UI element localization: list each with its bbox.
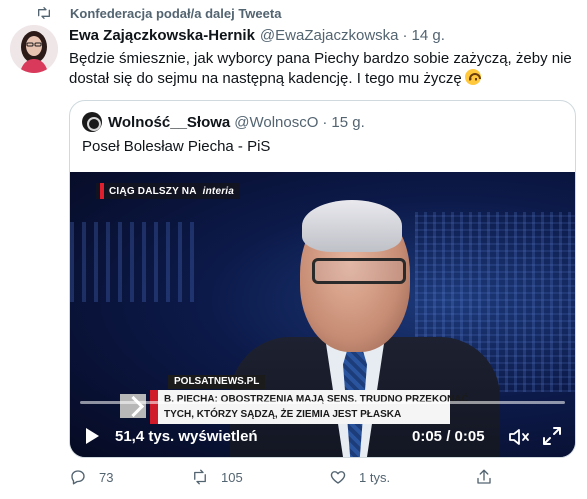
- view-count: 51,4 tys. wyświetleń: [115, 428, 258, 445]
- share-button[interactable]: [475, 468, 505, 486]
- quoted-timestamp: 15 g.: [331, 113, 365, 131]
- heart-icon: [330, 471, 346, 484]
- retweet-count: 105: [221, 469, 243, 485]
- tweet-actions: 73 105 1 tys.: [69, 464, 569, 494]
- video-studio-lights: [70, 222, 200, 302]
- video-progress-bar[interactable]: [80, 401, 565, 404]
- play-icon[interactable]: [86, 428, 99, 444]
- author-handle[interactable]: @EwaZajaczkowska: [260, 27, 399, 44]
- share-icon: [477, 469, 491, 484]
- quoted-avatar: [82, 112, 102, 132]
- tweet-text: Będzie śmiesznie, jak wyborcy pana Piech…: [69, 50, 572, 87]
- video-player[interactable]: CIĄG DALSZY NA interia POLSATNEWS.PL B. …: [70, 172, 575, 457]
- tweet-header: Ewa Zajączkowska-Hernik @EwaZajaczkowska…: [69, 25, 575, 45]
- volume-muted-icon[interactable]: [508, 428, 530, 446]
- retweet-context[interactable]: Konfederacja podał/a dalej Tweeta: [38, 4, 282, 22]
- video-timecode: 0:05 / 0:05: [412, 428, 485, 445]
- news-source-label: POLSATNEWS.PL: [168, 375, 266, 389]
- tweet-body: Będzie śmiesznie, jak wyborcy pana Piech…: [69, 49, 574, 89]
- quoted-tweet-header: Wolność__Słowa @WolnoscO · 15 g.: [82, 111, 365, 133]
- retweet-icon: [194, 469, 206, 485]
- banner-red-marker: [100, 183, 104, 199]
- video-banner-top: CIĄG DALSZY NA interia: [96, 183, 241, 199]
- upside-down-face-emoji-icon: [464, 69, 481, 85]
- retweet-icon: [38, 6, 50, 19]
- avatar-image: [10, 25, 58, 73]
- avatar[interactable]: [10, 25, 58, 73]
- quoted-author-name: Wolność__Słowa: [108, 113, 231, 131]
- reply-count: 73: [99, 469, 114, 485]
- quoted-author-handle: @WolnoscO: [234, 113, 319, 131]
- tweet-timestamp[interactable]: 14 g.: [412, 27, 445, 44]
- like-count: 1 tys.: [359, 469, 391, 485]
- like-button[interactable]: 1 tys.: [329, 468, 390, 486]
- reply-button[interactable]: 73: [69, 468, 113, 486]
- retweet-context-text: Konfederacja podał/a dalej Tweeta: [70, 5, 282, 21]
- separator-dot: ·: [402, 26, 408, 44]
- fullscreen-icon[interactable]: [542, 426, 562, 446]
- video-person-hair: [302, 200, 402, 252]
- channel-logo-icon: [120, 394, 146, 418]
- banner-brand-logo: interia: [202, 185, 235, 197]
- video-person-glasses: [312, 258, 406, 284]
- reply-icon: [71, 470, 85, 485]
- retweet-button[interactable]: 105: [191, 468, 243, 486]
- author-name[interactable]: Ewa Zajączkowska-Hernik: [69, 27, 255, 44]
- banner-top-text: CIĄG DALSZY NA: [109, 185, 197, 197]
- video-controls: 51,4 tys. wyświetleń 0:05 / 0:05: [70, 416, 575, 457]
- quoted-tweet-text: Poseł Bolesław Piecha - PiS: [82, 138, 271, 155]
- quoted-tweet[interactable]: Wolność__Słowa @WolnoscO · 15 g. Poseł B…: [69, 100, 576, 458]
- quoted-separator-dot: ·: [322, 113, 328, 131]
